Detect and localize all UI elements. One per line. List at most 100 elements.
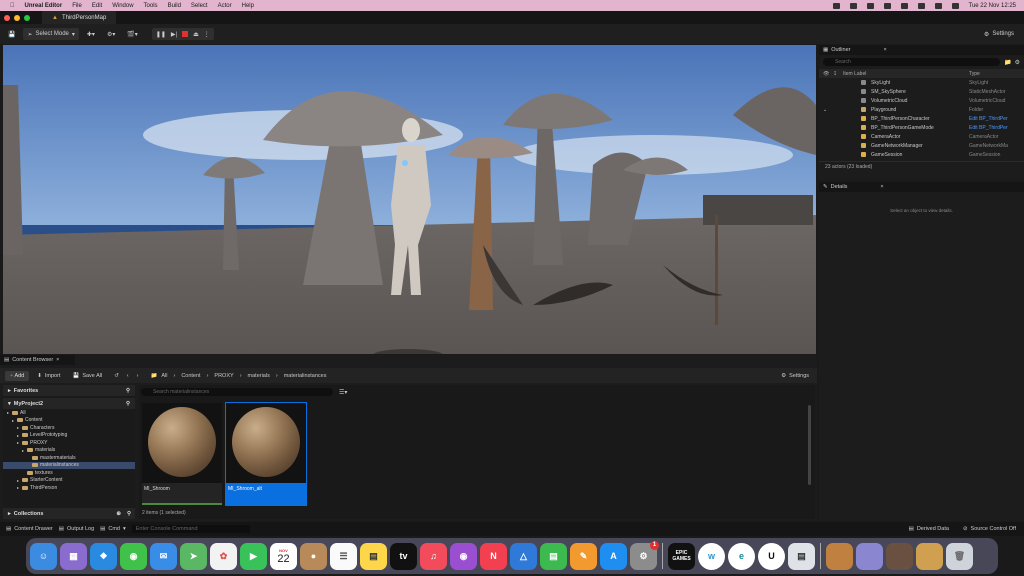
clock[interactable]: Tue 22 Nov 12:25 xyxy=(969,3,1016,9)
system-settings-icon[interactable]: ⚙ 1 xyxy=(630,540,659,570)
safari-icon[interactable]: ❖ xyxy=(90,542,117,570)
asset-scrollbar[interactable] xyxy=(808,405,811,485)
tv-icon[interactable]: tv xyxy=(390,542,417,570)
console-input[interactable]: Enter Console Command xyxy=(131,525,250,533)
back-icon[interactable]: ‹ xyxy=(123,370,133,382)
content-drawer-button[interactable]: ▤ Content Drawer xyxy=(6,526,53,532)
maps-icon[interactable]: ➤ xyxy=(180,542,207,570)
battery-icon[interactable] xyxy=(900,2,908,9)
folder-tree-item[interactable]: ▸ Content xyxy=(3,417,135,425)
status-icon[interactable] xyxy=(832,2,840,9)
app-store-icon[interactable]: A xyxy=(600,542,627,570)
folder-tree-item[interactable]: ▸ Characters xyxy=(3,424,135,432)
close-window-button[interactable] xyxy=(4,14,10,21)
calendar-icon[interactable]: NOV 22 xyxy=(270,542,297,570)
epic-games-icon[interactable]: EPIC GAMES xyxy=(668,542,695,570)
collections-section[interactable]: ▸ Collections ⊕ ⚲ xyxy=(3,508,135,519)
breadcrumb-item[interactable]: materialinstances xyxy=(284,373,327,379)
search-icon[interactable]: ⚲ xyxy=(127,511,131,517)
search-icon[interactable]: ⚲ xyxy=(126,401,130,407)
finder-icon[interactable]: ☺ xyxy=(30,542,57,570)
unreal-engine-icon[interactable]: U xyxy=(758,542,785,570)
save-all-button[interactable]: 💾 Save All xyxy=(68,370,106,382)
step-icon[interactable]: ▶| xyxy=(171,31,177,38)
breadcrumb-item[interactable]: PROXY xyxy=(214,373,233,379)
level-tab[interactable]: ▲ ThirdPersonMap xyxy=(42,11,117,24)
folder-tree-item[interactable]: ▸ All xyxy=(3,409,135,417)
folder-icon[interactable]: 📁 xyxy=(146,370,161,382)
trash-icon[interactable]: 🗑 xyxy=(946,542,973,570)
contacts-icon[interactable]: ● xyxy=(300,542,327,570)
outliner-row[interactable]: ⌄ Playground Folder xyxy=(819,105,1024,114)
gear-icon[interactable]: ⚙ xyxy=(1015,59,1020,66)
apple-icon[interactable]:  xyxy=(10,3,15,9)
pause-icon[interactable]: ❚❚ xyxy=(156,31,166,38)
notes-icon[interactable]: ▤ xyxy=(360,542,387,570)
menu-actor[interactable]: Actor xyxy=(218,3,232,9)
podcasts-icon[interactable]: ◉ xyxy=(450,542,477,570)
folder-tree-item[interactable]: ▸ ThirdPerson xyxy=(3,484,135,492)
edit-blueprint-link[interactable]: Edit BP_ThirdPer xyxy=(969,116,1008,122)
news-icon[interactable]: N xyxy=(480,542,507,570)
edit-blueprint-link[interactable]: Edit BP_ThirdPer xyxy=(969,125,1008,131)
mail-icon[interactable]: ✉ xyxy=(150,542,177,570)
filter-icon[interactable]: ☰▾ xyxy=(339,389,347,396)
menu-help[interactable]: Help xyxy=(242,3,254,9)
outliner-row[interactable]: GameNetworkManager GameNetworkMa xyxy=(819,141,1024,150)
level-viewport[interactable] xyxy=(3,45,816,354)
photos-icon[interactable]: ✿ xyxy=(210,542,237,570)
status-icon[interactable] xyxy=(883,2,891,9)
folder-stack-icon[interactable] xyxy=(886,542,913,570)
forward-icon[interactable]: › xyxy=(133,370,143,382)
cmd-dropdown[interactable]: ▤ Cmd ▾ xyxy=(100,526,126,532)
pin-icon[interactable]: ↧ xyxy=(833,71,837,77)
cinematics-button[interactable]: 🎬▾ xyxy=(123,28,141,40)
minimize-window-button[interactable] xyxy=(14,14,20,21)
derived-data-button[interactable]: ▤ Derived Data xyxy=(909,526,949,532)
column-item-label[interactable]: Item Label xyxy=(843,71,866,77)
breadcrumb-item[interactable]: materials xyxy=(248,373,270,379)
add-actor-button[interactable]: ✚▾ xyxy=(83,28,99,40)
more-options-icon[interactable]: ⋮ xyxy=(204,31,210,38)
status-icon[interactable] xyxy=(849,2,857,9)
folder-tree-item[interactable]: ▸ StarterContent xyxy=(3,477,135,485)
source-control-button[interactable]: ⊘ Source Control Off xyxy=(963,526,1016,532)
menu-select[interactable]: Select xyxy=(191,3,208,9)
import-button[interactable]: ⬇ Import xyxy=(33,370,64,382)
favorites-section[interactable]: ▸ Favorites ⚲ xyxy=(3,385,135,396)
outliner-search-input[interactable]: Search xyxy=(823,58,1001,66)
search-icon[interactable] xyxy=(934,2,942,9)
close-icon[interactable]: × xyxy=(883,47,886,53)
preview-icon[interactable]: ▤ xyxy=(788,542,815,570)
control-center-icon[interactable] xyxy=(951,2,959,9)
menu-build[interactable]: Build xyxy=(168,3,181,9)
column-type[interactable]: Type xyxy=(969,71,980,77)
reminders-icon[interactable]: ☰ xyxy=(330,542,357,570)
keynote-icon[interactable]: △ xyxy=(510,542,537,570)
select-mode-dropdown[interactable]: ➢ Select Mode ▾ xyxy=(23,28,79,40)
add-button[interactable]: + Add xyxy=(5,370,30,381)
folder-tree-item[interactable]: mastermaterials xyxy=(3,454,135,462)
webex-icon[interactable]: w xyxy=(698,542,725,570)
app-menu[interactable]: Unreal Editor xyxy=(25,3,63,9)
status-icon[interactable] xyxy=(866,2,874,9)
outliner-row[interactable]: BP_ThirdPersonCharacter Edit BP_ThirdPer xyxy=(819,114,1024,123)
folder-tree-item[interactable]: textures xyxy=(3,469,135,477)
breadcrumb-item[interactable]: Content xyxy=(181,373,200,379)
folder-stack-icon[interactable] xyxy=(916,542,943,570)
messages-icon[interactable]: ◉ xyxy=(120,542,147,570)
facetime-icon[interactable]: ▶ xyxy=(240,542,267,570)
add-collection-icon[interactable]: ⊕ xyxy=(116,511,121,517)
breadcrumb-item[interactable]: All xyxy=(161,373,167,379)
asset-tile-selected[interactable]: MI_Shroom_alt xyxy=(225,402,307,506)
save-icon[interactable]: 💾 xyxy=(4,28,19,40)
chevron-down-icon[interactable]: ⌄ xyxy=(823,107,827,113)
folder-tree-item[interactable]: ▸ PROXY xyxy=(3,439,135,447)
close-icon[interactable]: × xyxy=(880,184,883,190)
launchpad-icon[interactable]: ▦ xyxy=(60,542,87,570)
history-back-icon[interactable]: ↺ xyxy=(110,370,123,382)
outliner-row[interactable]: GameSession GameSession xyxy=(819,150,1024,159)
menu-window[interactable]: Window xyxy=(112,3,133,9)
menu-tools[interactable]: Tools xyxy=(144,3,158,9)
stop-icon[interactable] xyxy=(182,31,189,37)
